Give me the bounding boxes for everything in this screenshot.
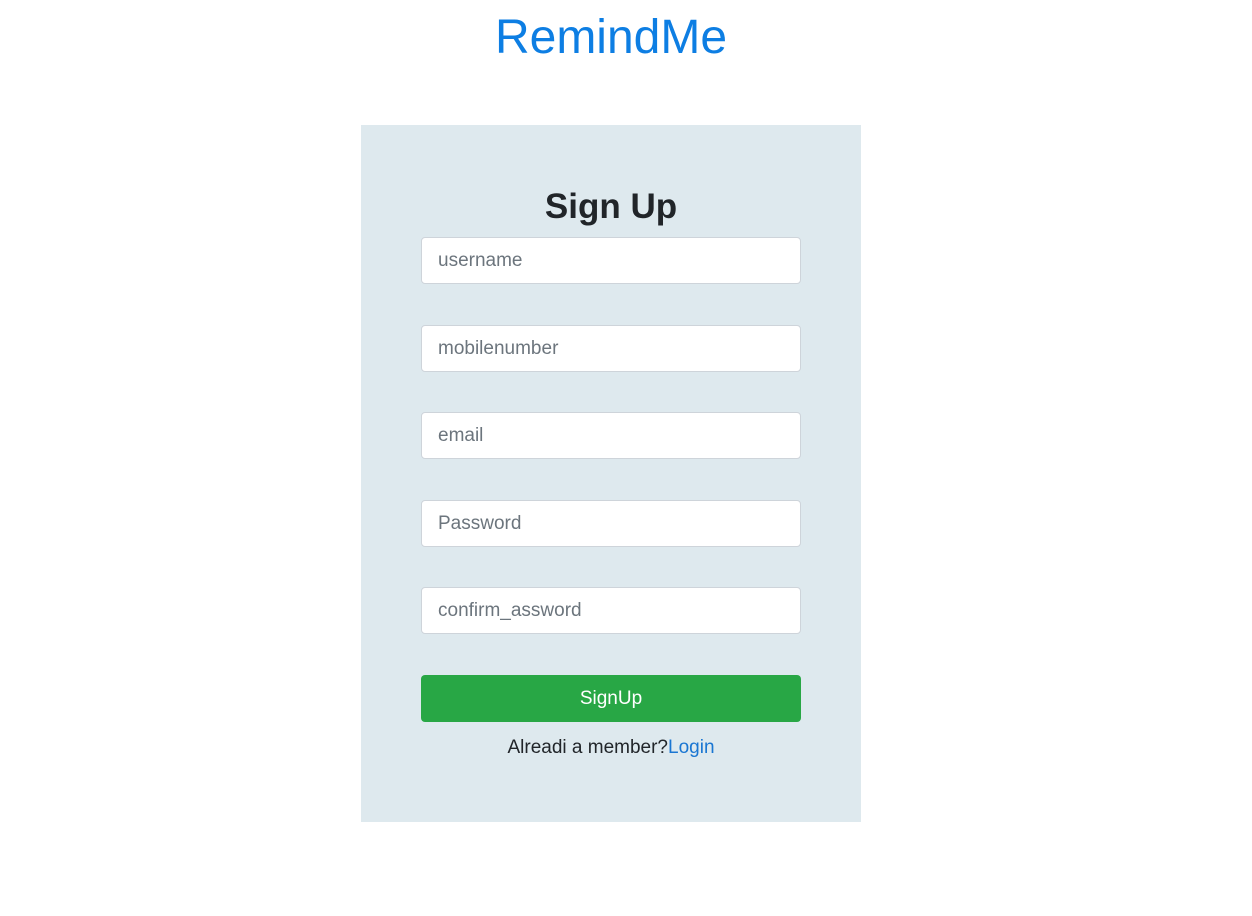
mobilenumber-input[interactable] (421, 325, 801, 372)
signup-button[interactable]: SignUp (421, 675, 801, 722)
username-input[interactable] (421, 237, 801, 284)
signup-page: RemindMe Sign Up SignUp Alreadi a member… (0, 0, 1252, 916)
password-input[interactable] (421, 500, 801, 547)
form-heading: Sign Up (544, 187, 678, 226)
signup-panel: Sign Up SignUp Alreadi a member?Login (361, 125, 861, 822)
login-link[interactable]: Login (668, 737, 715, 758)
email-input[interactable] (421, 412, 801, 459)
confirm-password-input[interactable] (421, 587, 801, 634)
login-prompt: Alreadi a member?Login (361, 735, 861, 761)
app-title: RemindMe (494, 11, 728, 64)
member-prompt-text: Alreadi a member? (507, 737, 669, 758)
